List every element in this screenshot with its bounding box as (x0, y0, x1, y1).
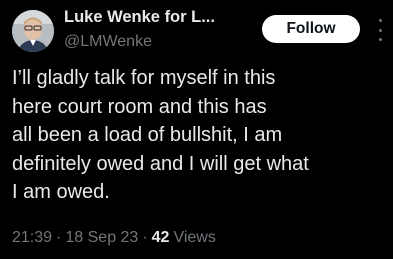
more-dot (378, 38, 382, 41)
profile-photo-icon (12, 10, 54, 52)
tweet-time[interactable]: 21:39 (12, 229, 52, 247)
meta-separator: · (56, 229, 62, 246)
tweet-date[interactable]: 18 Sep 23 (65, 229, 138, 247)
tweet-meta: 21:39 · 18 Sep 23 · 42 Views (12, 229, 216, 247)
tweet-text: I’ll gladly talk for myself in this here… (12, 67, 309, 203)
author-display-name[interactable]: Luke Wenke for L... (64, 8, 215, 27)
more-dot (378, 28, 382, 32)
meta-separator: · (142, 229, 148, 246)
views-count[interactable]: 42 (152, 229, 170, 247)
more-vertical-icon[interactable] (375, 19, 385, 41)
follow-button[interactable]: Follow (262, 15, 360, 43)
author-handle[interactable]: @LMWenke (64, 33, 152, 51)
more-dot (378, 19, 382, 22)
tweet: Luke Wenke for L... @LMWenke Follow I’ll… (0, 0, 393, 259)
views-label[interactable]: Views (173, 229, 215, 247)
avatar[interactable] (12, 10, 54, 52)
